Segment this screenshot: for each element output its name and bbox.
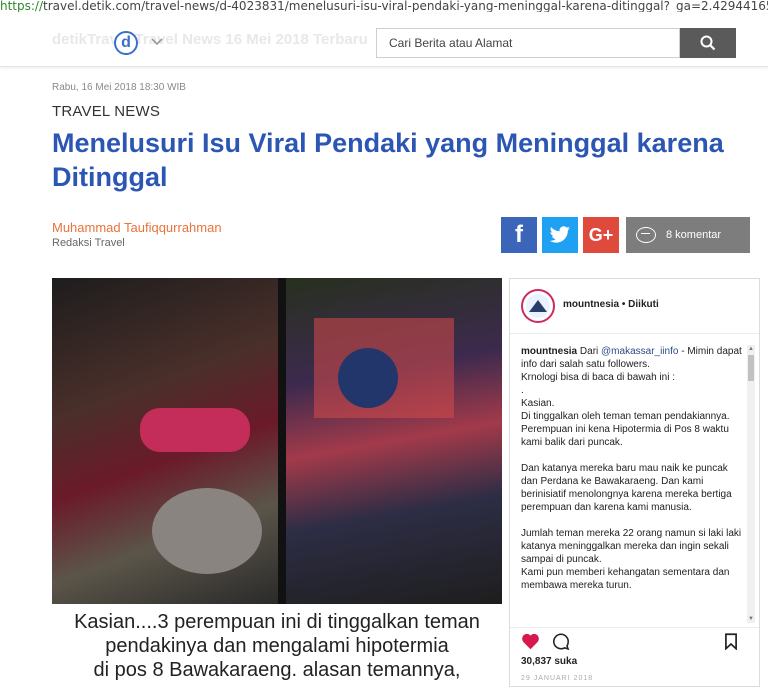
- googleplus-icon: G+: [588, 224, 614, 245]
- mountain-logo-icon: [526, 294, 550, 318]
- author-desk: Redaksi Travel: [52, 237, 125, 249]
- instagram-actions: [510, 627, 759, 654]
- comment-icon[interactable]: [552, 633, 570, 650]
- scroll-down-arrow-icon[interactable]: ▼: [747, 615, 755, 623]
- comments-count: 8 komentar: [666, 229, 722, 241]
- logo-letter: d: [121, 34, 131, 51]
- instagram-username[interactable]: mountnesia • Diikuti: [563, 299, 659, 310]
- comments-button[interactable]: 8 komentar: [626, 217, 750, 253]
- url-path: travel.detik.com/travel-news/d-4023831/m…: [43, 0, 768, 12]
- address-bar[interactable]: https://travel.detik.com/travel-news/d-4…: [0, 0, 768, 12]
- search-button[interactable]: [680, 28, 736, 58]
- username-text: mountnesia: [563, 299, 620, 310]
- bookmark-icon[interactable]: [724, 633, 738, 650]
- photo-caption-line: Kasian....3 perempuan ini di tinggalkan …: [74, 611, 480, 633]
- photo-figure-pink-jacket: [140, 408, 250, 452]
- heart-icon[interactable]: [521, 633, 540, 650]
- post-timestamp: 29 JANUARI 2018: [521, 675, 594, 682]
- search-icon: [700, 35, 716, 51]
- follow-status: • Diikuti: [621, 299, 659, 310]
- photo-caption: Kasian....3 perempuan ini di tinggalkan …: [52, 604, 502, 687]
- speech-bubble-icon: [636, 227, 656, 243]
- photo-figure-cap: [152, 488, 262, 574]
- instagram-header: mountnesia • Diikuti: [510, 279, 759, 334]
- publish-date: Rabu, 16 Mei 2018 18:30 WIB: [52, 82, 186, 93]
- channel-label[interactable]: TRAVEL NEWS: [52, 103, 160, 120]
- scrollbar-thumb[interactable]: [748, 355, 754, 381]
- scroll-up-arrow-icon[interactable]: ▲: [747, 345, 755, 353]
- instagram-caption: mountnesia Dari @makassar_iinfo - Mimin …: [521, 345, 745, 620]
- share-facebook-button[interactable]: f: [501, 217, 537, 253]
- photo-caption-line: pendakinya dan mengalami hipotermia: [105, 635, 449, 657]
- search-input[interactable]: [376, 28, 680, 58]
- article-photo: Kasian....3 perempuan ini di tinggalkan …: [52, 278, 502, 687]
- instagram-embed: mountnesia • Diikuti mountnesia Dari @ma…: [509, 278, 760, 687]
- facebook-icon: f: [515, 221, 523, 248]
- header-ghost-title: detikTravel Travel News 16 Mei 2018 Terb…: [52, 31, 368, 48]
- caption-username[interactable]: mountnesia: [521, 346, 577, 357]
- caption-scrollbar[interactable]: ▲ ▼: [747, 345, 755, 623]
- likes-count[interactable]: 30,837 suka: [521, 656, 577, 667]
- author-name[interactable]: Muhammad Taufiqqurrahman: [52, 220, 222, 235]
- share-googleplus-button[interactable]: G+: [583, 217, 619, 253]
- avatar[interactable]: [521, 289, 555, 323]
- photo-caption-line: di pos 8 Bawakaraeng. alasan temannya,: [93, 659, 461, 681]
- caption-prefix: Dari: [579, 346, 599, 357]
- article-title: Menelusuri Isu Viral Pendaki yang Mening…: [52, 128, 724, 192]
- photo-figure-blue-hood: [338, 348, 398, 408]
- detik-logo[interactable]: d: [114, 31, 138, 55]
- url-scheme: https://: [0, 0, 44, 12]
- twitter-bird-icon: [549, 226, 570, 243]
- site-header: detikTravel Travel News 16 Mei 2018 Terb…: [0, 14, 768, 67]
- caption-text: - Mimin dapat info dari salah satu follo…: [521, 346, 742, 591]
- chevron-down-icon[interactable]: [148, 32, 166, 50]
- caption-mention[interactable]: @makassar_iinfo: [601, 346, 678, 357]
- share-twitter-button[interactable]: [542, 217, 578, 253]
